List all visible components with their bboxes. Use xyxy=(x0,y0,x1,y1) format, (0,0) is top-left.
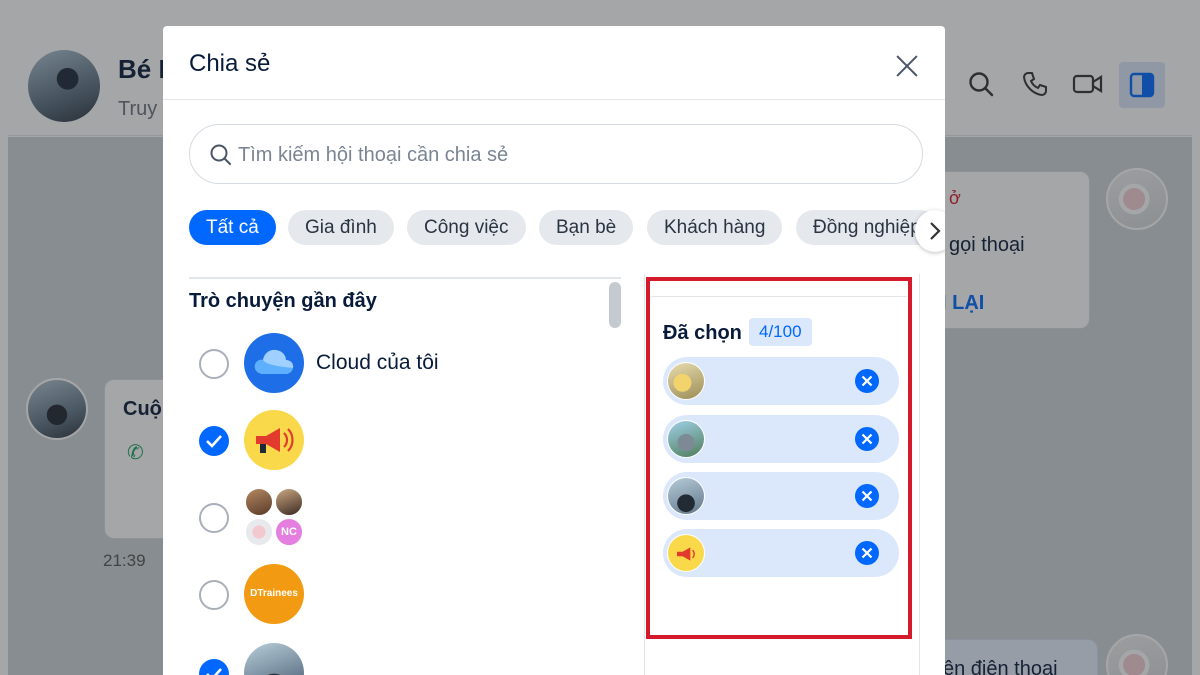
divider xyxy=(189,277,621,279)
recent-section-title: Trò chuyện gần đây xyxy=(189,290,377,312)
contact-item-cloud[interactable]: Cloud của tôi xyxy=(189,333,609,397)
search-input[interactable] xyxy=(238,135,898,175)
member-avatar xyxy=(274,487,304,517)
radio-checked[interactable] xyxy=(199,426,229,456)
dtrainees-logo: DTrainees xyxy=(244,564,304,624)
chevron-right-icon xyxy=(930,222,941,240)
radio-unchecked[interactable] xyxy=(199,580,229,610)
dialog-header: Chia sẻ xyxy=(163,26,945,100)
radio-unchecked[interactable] xyxy=(199,503,229,533)
highlight-frame xyxy=(646,277,912,639)
tab-all[interactable]: Tất cả xyxy=(189,210,276,245)
tab-customers[interactable]: Khách hàng xyxy=(647,210,783,245)
contact-item-group[interactable]: NC xyxy=(189,487,609,551)
megaphone-icon xyxy=(244,410,304,470)
member-avatar xyxy=(244,517,274,547)
checkmark-icon xyxy=(206,668,222,675)
category-tabs: Tất cả Gia đình Công việc Bạn bè Khách h… xyxy=(189,210,945,246)
cloud-icon xyxy=(244,333,304,393)
member-initials-badge: NC xyxy=(274,517,304,547)
scrollbar-thumb[interactable] xyxy=(609,282,621,328)
share-dialog: Chia sẻ Tất cả Gia đình Công việc Bạn bè… xyxy=(163,26,945,675)
person-avatar xyxy=(244,643,304,675)
contact-name: Cloud của tôi xyxy=(316,351,439,374)
radio-unchecked[interactable] xyxy=(199,349,229,379)
checkmark-icon xyxy=(206,435,222,448)
member-avatar xyxy=(244,487,274,517)
close-icon[interactable] xyxy=(889,48,925,84)
contact-item[interactable] xyxy=(189,410,609,474)
group-avatar: NC xyxy=(244,487,304,547)
search-box[interactable] xyxy=(189,124,923,184)
contact-item[interactable] xyxy=(189,643,609,675)
tab-family[interactable]: Gia đình xyxy=(288,210,394,245)
tab-work[interactable]: Công việc xyxy=(407,210,526,245)
dialog-title: Chia sẻ xyxy=(189,50,271,77)
contact-item[interactable]: DTrainees xyxy=(189,564,609,628)
radio-checked[interactable] xyxy=(199,659,229,675)
tab-friends[interactable]: Bạn bè xyxy=(539,210,634,245)
search-icon xyxy=(210,144,231,165)
